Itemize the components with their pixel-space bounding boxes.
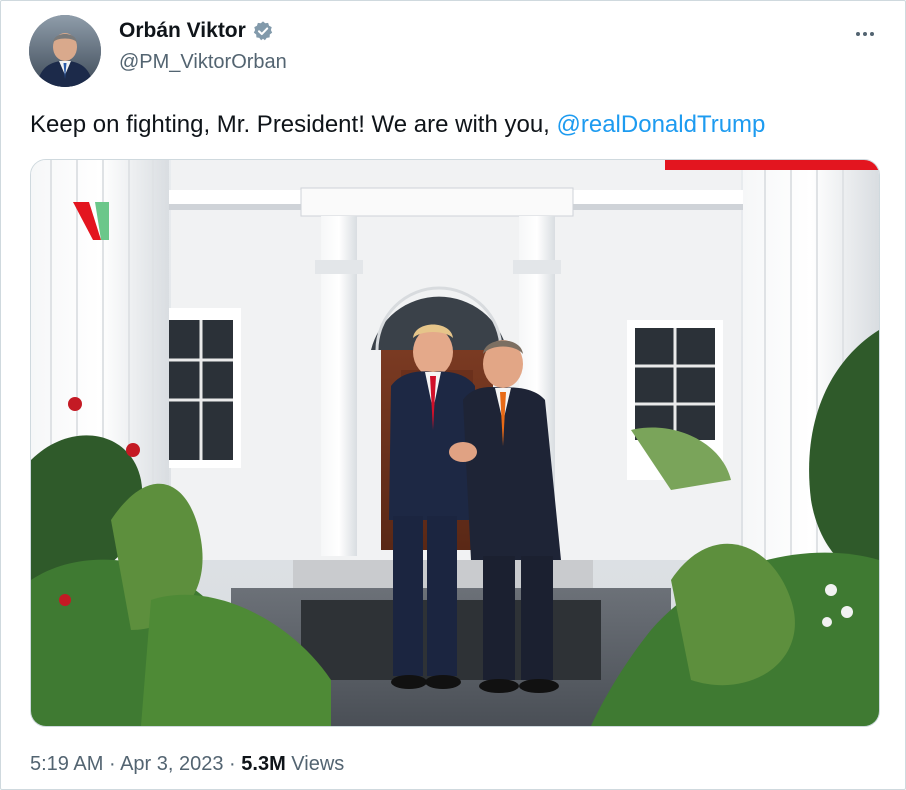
author-name[interactable]: Orbán Viktor [119,19,246,43]
author-name-row[interactable]: Orbán Viktor [119,19,274,43]
tweet-body: Keep on fighting, Mr. President! We are … [30,111,557,138]
photo-two-men-handshake-icon [31,160,879,726]
tweet-text: Keep on fighting, Mr. President! We are … [30,111,765,139]
more-options-button[interactable] [847,23,883,45]
tweet-date[interactable]: Apr 3, 2023 [120,753,223,775]
author-avatar[interactable] [29,15,101,87]
views-label: Views [285,753,345,775]
verified-badge-icon [253,21,272,41]
meta-separator: · [103,753,121,775]
more-dot-icon [870,32,874,36]
views-count: 5.3M [241,753,286,775]
tweet-photo[interactable] [30,159,880,727]
tweet-meta: 5:19 AM · Apr 3, 2023 · 5.3M Views [30,753,344,776]
tweet-time[interactable]: 5:19 AM [30,753,103,775]
more-dot-icon [856,32,860,36]
tweet-card: Orbán Viktor @PM_ViktorOrban Keep on fig… [0,0,906,790]
avatar-portrait-icon [29,15,101,87]
author-handle[interactable]: @PM_ViktorOrban [119,51,287,74]
mention-link[interactable]: @realDonaldTrump [557,111,766,138]
meta-separator: · [223,753,242,775]
more-dot-icon [863,32,867,36]
